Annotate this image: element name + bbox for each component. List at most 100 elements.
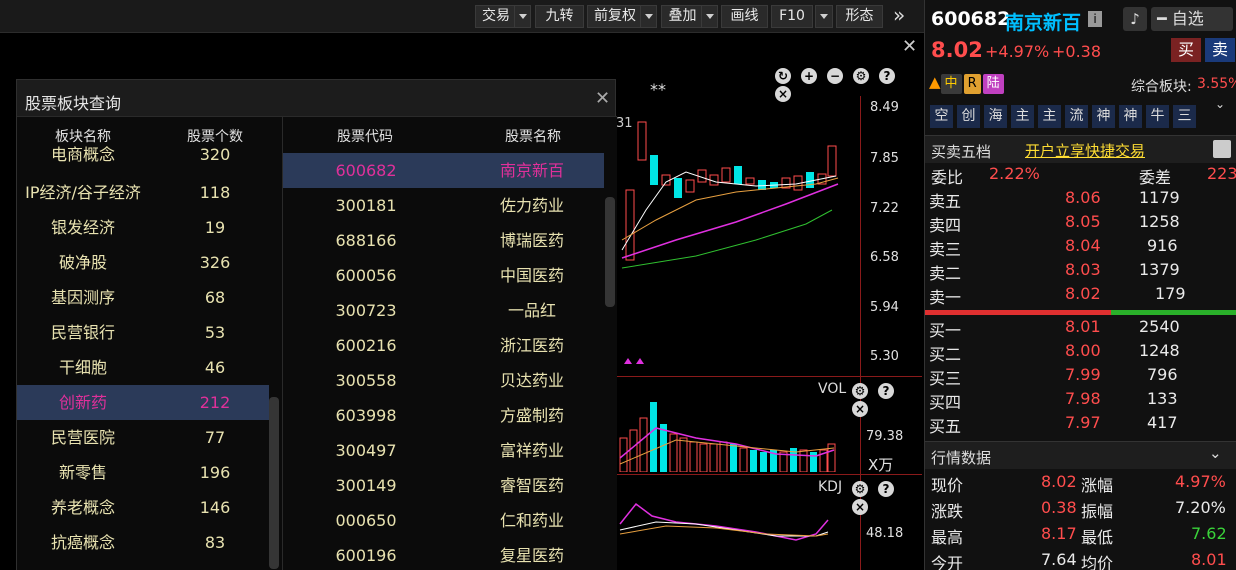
table-row[interactable]: 600056 中国医药	[283, 258, 604, 293]
bell-icon[interactable]: ♪	[1123, 7, 1147, 31]
zoom-in-icon[interactable]: +	[801, 68, 817, 84]
tag[interactable]: 神	[1092, 105, 1115, 128]
scrollbar[interactable]	[269, 397, 279, 569]
adjust-button[interactable]: 前复权	[587, 5, 657, 28]
stock-list[interactable]: 股票代码 股票名称 600682 南京新百 300181 佐力药业 688166 博瑞…	[282, 117, 604, 570]
gear-icon[interactable]: ⚙	[852, 383, 868, 399]
composite-label: 综合板块:	[1131, 79, 1192, 95]
list-item[interactable]: 养老概念 146	[17, 490, 269, 525]
list-item[interactable]: 银发经济 19	[17, 210, 269, 245]
chevron-down-icon[interactable]	[701, 6, 717, 27]
table-row-selected[interactable]: 600682 南京新百	[283, 153, 604, 188]
table-row[interactable]: 300558 贝达药业	[283, 363, 604, 398]
open-account-link[interactable]: 开户立享快捷交易	[1025, 140, 1145, 161]
overlay-button[interactable]: 叠加	[661, 5, 718, 28]
calculator-icon[interactable]	[1213, 140, 1231, 158]
gear-icon[interactable]: ⚙	[853, 68, 869, 84]
info-icon[interactable]: i	[1088, 11, 1102, 27]
list-item-selected[interactable]: 创新药 212	[17, 385, 269, 420]
market-label: 涨幅	[1081, 476, 1114, 495]
badge[interactable]: R	[963, 74, 981, 94]
column-header-name: 股票名称	[505, 129, 561, 145]
badge[interactable]: 中	[940, 74, 962, 94]
close-icon[interactable]: ✕	[595, 88, 610, 109]
gear-icon[interactable]: ⚙	[852, 481, 868, 497]
bid-label: 买四	[929, 393, 962, 412]
f10-button[interactable]: F10	[771, 5, 813, 28]
stock-code: 603998	[335, 406, 397, 425]
table-row[interactable]: 603998 方盛制药	[283, 398, 604, 433]
watchlist-button[interactable]: ━ 自选	[1151, 7, 1233, 31]
tag[interactable]: 海	[984, 105, 1007, 128]
stock-name: 博瑞医药	[499, 231, 564, 250]
table-row[interactable]: 600216 浙江医药	[283, 328, 604, 363]
pattern-button[interactable]: 形态	[836, 5, 883, 28]
table-row[interactable]: 000650 仁和药业	[283, 503, 604, 538]
bid-row[interactable]: 买五 7.97 417	[925, 413, 1236, 437]
list-item[interactable]: 破净股 326	[17, 245, 269, 280]
market-value: 4.97%	[1175, 472, 1226, 491]
list-item[interactable]: 干细胞 46	[17, 350, 269, 385]
table-row[interactable]: 300497 富祥药业	[283, 433, 604, 468]
jiuzhuan-button[interactable]: 九转	[535, 5, 584, 28]
list-item[interactable]: 抗癌概念 83	[17, 525, 269, 560]
help-icon[interactable]: ?	[878, 481, 894, 497]
help-icon[interactable]: ?	[878, 383, 894, 399]
ask-row[interactable]: 卖一 8.02 179	[925, 284, 1236, 308]
buy-button[interactable]: 买	[1171, 38, 1201, 62]
list-item[interactable]: 电商概念 320	[17, 143, 269, 167]
table-row[interactable]: 300723 一品红	[283, 293, 604, 328]
bid-volume: 1248	[1139, 341, 1180, 360]
tag[interactable]: 空	[930, 105, 953, 128]
list-item[interactable]: 民营医院 77	[17, 420, 269, 455]
list-item[interactable]: 民营银行 53	[17, 315, 269, 350]
list-item[interactable]: 新零售 196	[17, 455, 269, 490]
bid-label: 买五	[929, 417, 962, 436]
stock-name: 睿智医药	[499, 476, 564, 495]
zoom-out-icon[interactable]: −	[827, 68, 843, 84]
tag[interactable]: 主	[1011, 105, 1034, 128]
refresh-icon[interactable]: ↻	[775, 68, 791, 84]
warning-icon[interactable]: ▲	[929, 73, 941, 91]
badge-row: ▲ 中 R 陆	[929, 73, 1006, 94]
tag[interactable]: 流	[1065, 105, 1088, 128]
tag[interactable]: 创	[957, 105, 980, 128]
tag[interactable]: 牛	[1146, 105, 1169, 128]
tag[interactable]: 三	[1173, 105, 1196, 128]
ask-label: 卖一	[929, 288, 962, 307]
list-item[interactable]: 基因测序 68	[17, 280, 269, 315]
table-row[interactable]: 300149 睿智医药	[283, 468, 604, 503]
sell-button[interactable]: 卖	[1205, 38, 1235, 62]
sector-list[interactable]: 板块名称 股票个数 电商概念 320 IP经济/谷子经济 118 银发经济 19 破净…	[17, 117, 281, 570]
chevron-down-icon[interactable]	[514, 6, 530, 27]
ask-row[interactable]: 卖三 8.04 916	[925, 236, 1236, 260]
draw-button[interactable]: 画线	[721, 5, 768, 28]
ask-row[interactable]: 卖五 8.06 1179	[925, 188, 1236, 212]
bid-row[interactable]: 买三 7.99 796	[925, 365, 1236, 389]
ask-row[interactable]: 卖四 8.05 1258	[925, 212, 1236, 236]
collapse-icon[interactable]: ⌄	[1209, 444, 1222, 462]
trade-button[interactable]: 交易	[475, 5, 531, 28]
tag[interactable]: 神	[1119, 105, 1142, 128]
panel-divider	[616, 474, 922, 475]
table-row[interactable]: 300181 佐力药业	[283, 188, 604, 223]
tag[interactable]: 主	[1038, 105, 1061, 128]
scrollbar[interactable]	[605, 197, 615, 307]
f10-dropdown[interactable]	[815, 5, 833, 28]
help-icon[interactable]: ?	[879, 68, 895, 84]
chart-marker: **	[650, 80, 666, 99]
bid-row[interactable]: 买二 8.00 1248	[925, 341, 1236, 365]
more-icon[interactable]: »	[893, 3, 905, 27]
badge[interactable]: 陆	[982, 74, 1004, 94]
chart-toolbar: 交易 九转 前复权 叠加 画线 F10 形态 »	[0, 0, 924, 33]
list-item[interactable]: IP经济/谷子经济 118	[17, 175, 269, 210]
vol-label: VOL	[818, 381, 847, 397]
table-row[interactable]: 688166 博瑞医药	[283, 223, 604, 258]
table-row[interactable]: 600196 复星医药	[283, 538, 604, 570]
bid-row[interactable]: 买一 8.01 2540	[925, 317, 1236, 341]
bid-row[interactable]: 买四 7.98 133	[925, 389, 1236, 413]
chevron-down-icon[interactable]	[640, 6, 656, 27]
close-icon[interactable]: ✕	[902, 36, 917, 57]
stock-code: 600682	[931, 8, 1011, 30]
ask-row[interactable]: 卖二 8.03 1379	[925, 260, 1236, 284]
